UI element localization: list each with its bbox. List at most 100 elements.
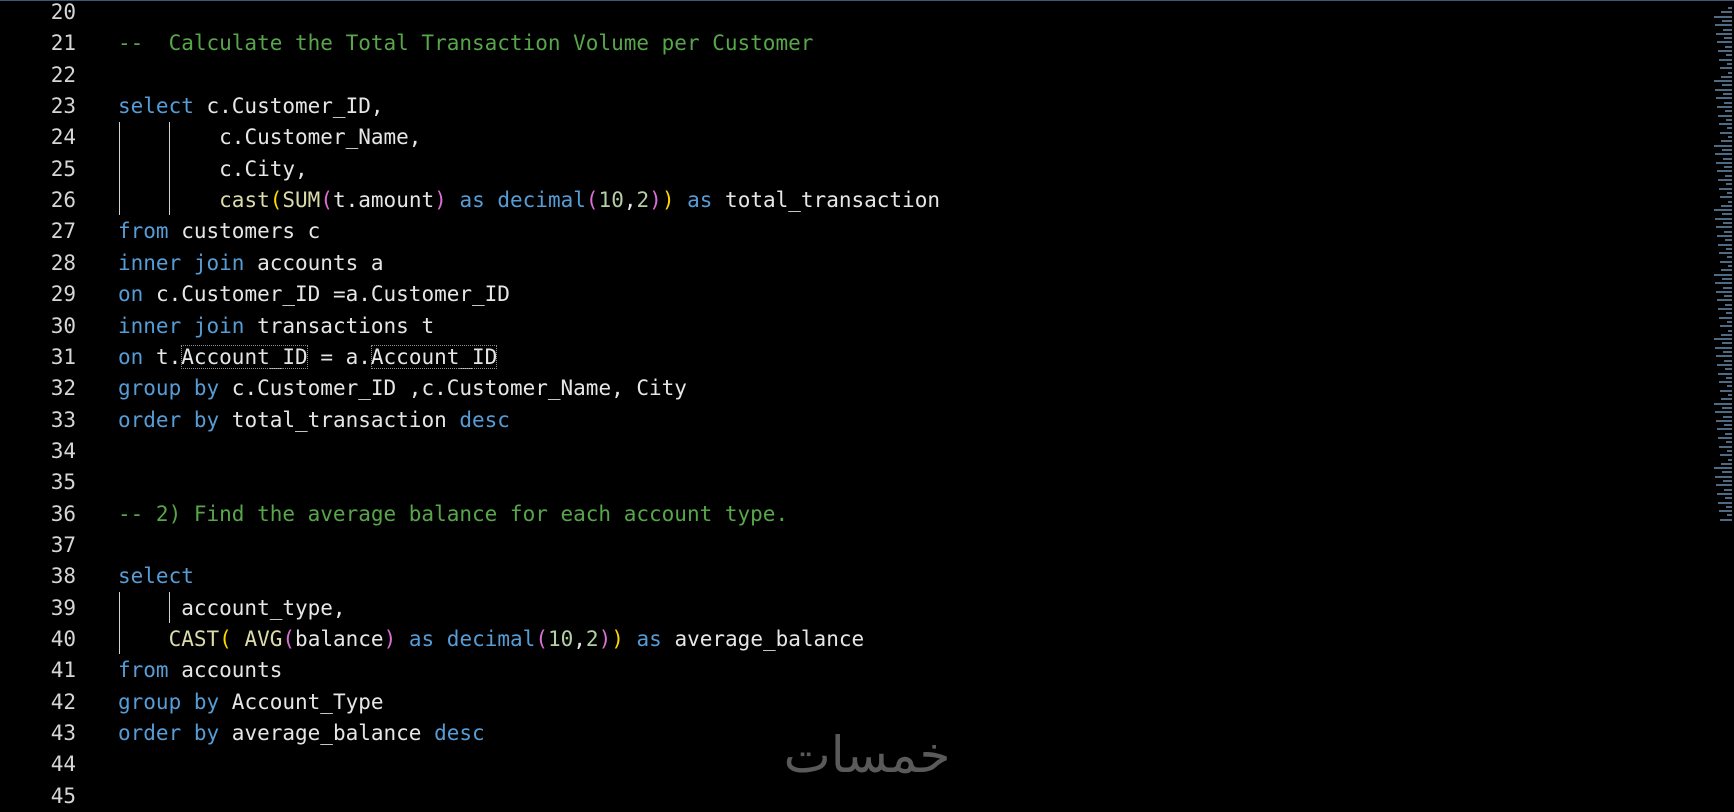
minimap-line — [1715, 411, 1732, 414]
minimap-line — [1723, 415, 1732, 418]
minimap-line — [1725, 110, 1732, 113]
code-text[interactable]: on t.Account_ID = a.Account_ID — [118, 342, 498, 373]
code-text[interactable]: on c.Customer_ID =a.Customer_ID — [118, 279, 510, 310]
line-number: 44 — [50, 752, 76, 777]
code-token: ( — [585, 188, 599, 213]
code-text[interactable]: group by c.Customer_ID ,c.Customer_Name,… — [118, 373, 687, 404]
code-line[interactable]: 22 — [0, 60, 1680, 91]
minimap-line — [1727, 320, 1732, 323]
line-number: 26 — [50, 188, 76, 213]
code-line[interactable]: 28 inner join accounts a — [0, 248, 1680, 279]
line-number: 21 — [50, 31, 76, 56]
code-line[interactable]: 21 -- Calculate the Total Transaction Vol… — [0, 28, 1680, 59]
code-line[interactable]: 29 on c.Customer_ID =a.Customer_ID — [0, 279, 1680, 310]
code-text[interactable]: select c.Customer_ID, — [118, 91, 384, 122]
minimap-line — [1725, 239, 1732, 242]
minimap-line — [1728, 265, 1732, 267]
code-line[interactable]: 20 — [0, 0, 1680, 28]
minimap-line — [1728, 458, 1732, 461]
line-number: 36 — [50, 501, 76, 526]
code-text[interactable]: select — [118, 561, 194, 592]
code-token: order by — [118, 721, 220, 746]
line-number: 29 — [50, 282, 76, 307]
minimap-line — [1722, 84, 1732, 87]
code-line[interactable]: 39 account_type, — [0, 593, 1680, 624]
code-line[interactable]: 35 — [0, 467, 1680, 498]
code-text[interactable]: from accounts — [118, 655, 282, 686]
minimap-line — [1727, 62, 1732, 65]
indent-guide — [119, 592, 120, 654]
code-line[interactable]: 31 on t.Account_ID = a.Account_ID — [0, 342, 1680, 373]
minimap-line — [1719, 510, 1732, 513]
code-text[interactable]: -- Calculate the Total Transaction Volum… — [118, 28, 813, 59]
code-editor[interactable]: 20 21 -- Calculate the Total Transaction V… — [0, 0, 1734, 808]
code-token: 10 — [598, 188, 624, 213]
minimap-line — [1719, 252, 1732, 255]
code-text[interactable]: order by average_balance desc — [118, 718, 485, 749]
code-line[interactable]: 23 select c.Customer_ID, — [0, 91, 1680, 122]
code-text[interactable]: from customers c — [118, 216, 320, 247]
code-text[interactable]: -- 2) Find the average balance for each … — [118, 499, 788, 530]
code-line[interactable]: 42 group by Account_Type — [0, 687, 1680, 718]
code-line[interactable]: 37 — [0, 530, 1680, 561]
minimap-line — [1718, 501, 1732, 504]
code-token: t.amount — [332, 188, 435, 213]
line-number: 40 — [50, 627, 76, 651]
code-text[interactable]: c.Customer_Name, — [118, 122, 421, 153]
code-text[interactable]: account_type, — [118, 593, 346, 624]
line-number: 34 — [50, 438, 76, 463]
code-line[interactable]: 24 c.Customer_Name, — [0, 122, 1680, 153]
minimap-line — [1723, 222, 1732, 224]
minimap-line — [1726, 312, 1732, 315]
minimap-line — [1715, 24, 1732, 27]
minimap-line — [1715, 88, 1732, 91]
code-text[interactable]: group by Account_Type — [118, 687, 384, 718]
code-line[interactable]: 38 select — [0, 561, 1680, 592]
code-line[interactable]: 45 — [0, 781, 1680, 812]
code-line[interactable]: 27 from customers c — [0, 216, 1680, 247]
code-text[interactable]: order by total_transaction desc — [118, 405, 510, 436]
minimap-line — [1724, 37, 1732, 40]
code-line[interactable]: 26 cast(SUM(t.amount) as decimal(10,2)) … — [0, 185, 1680, 216]
code-line[interactable]: 33 order by total_transaction desc — [0, 405, 1680, 436]
code-line[interactable]: 32 group by c.Customer_ID ,c.Customer_Nam… — [0, 373, 1680, 404]
code-token: on — [118, 344, 144, 369]
code-text[interactable]: cast(SUM(t.amount) as decimal(10,2)) as … — [118, 185, 940, 216]
code-line[interactable]: 36 -- 2) Find the average balance for eac… — [0, 499, 1680, 530]
code-text[interactable]: CAST( AVG(balance) as decimal(10,2)) as … — [118, 624, 865, 655]
minimap-line — [1719, 316, 1732, 319]
line-number: 27 — [50, 219, 76, 244]
code-line[interactable]: 40 CAST( AVG(balance) as decimal(10,2)) … — [0, 624, 1680, 655]
code-token: , — [623, 188, 637, 213]
line-number: 24 — [50, 125, 76, 150]
minimap-line — [1717, 492, 1732, 495]
code-token: account_type, — [181, 595, 346, 620]
code-line[interactable]: 25 c.City, — [0, 154, 1680, 185]
code-token: ( — [282, 627, 296, 651]
minimap[interactable] — [1712, 1, 1734, 531]
code-line[interactable]: 30 inner join transactions t — [0, 311, 1680, 342]
code-token: c.Customer_ID ,c.Customer_Name, City — [219, 376, 687, 401]
code-token: balance — [295, 627, 384, 651]
minimap-line — [1723, 480, 1732, 482]
code-text[interactable]: c.City, — [118, 154, 308, 185]
code-token: total_transaction — [712, 188, 940, 213]
minimap-line — [1726, 183, 1732, 186]
minimap-line — [1720, 67, 1732, 70]
code-token: ) — [598, 627, 612, 651]
code-token: ( — [320, 188, 333, 213]
minimap-line — [1716, 355, 1732, 358]
code-token: c.Customer_Name, — [219, 125, 422, 150]
code-text[interactable]: inner join transactions t — [118, 311, 434, 342]
code-line[interactable]: 34 — [0, 436, 1680, 467]
code-token: cast — [219, 188, 270, 213]
code-token: ) — [611, 627, 624, 651]
code-text[interactable]: inner join accounts a — [118, 248, 384, 279]
minimap-line — [1718, 308, 1732, 310]
minimap-line — [1721, 11, 1732, 14]
minimap-line — [1719, 187, 1732, 190]
minimap-line — [1714, 338, 1732, 341]
minimap-line — [1719, 123, 1732, 126]
minimap-line — [1725, 45, 1732, 48]
code-line[interactable]: 41 from accounts — [0, 655, 1680, 686]
